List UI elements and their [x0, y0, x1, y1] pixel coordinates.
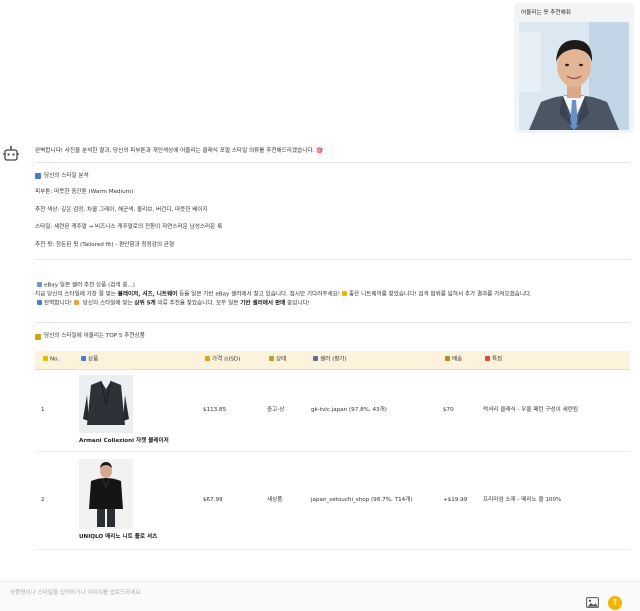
user-message-text: 어울리는 옷 추천해줘 — [521, 10, 571, 16]
divider — [35, 161, 630, 163]
person-photo-illustration — [519, 21, 629, 130]
table-row[interactable]: 1 Armani Collezioni 자켓 블레이저 $113.85 중고-상… — [35, 369, 630, 452]
divider — [35, 259, 630, 261]
product-thumbnail[interactable] — [79, 459, 133, 530]
bot-answer: 완벽합니다! 사진을 분석한 결과, 당신의 피부톤과 개인색상에 어울리는 클… — [35, 148, 630, 550]
blazer-image — [79, 375, 133, 434]
search-progress-line: 지금 당신의 스타일에 가장 잘 맞는 블레이저, 셔츠, 니트웨어 등을 일본… — [35, 291, 532, 298]
col-header-no: No. — [35, 350, 73, 370]
analysis-item-fit: 추천 핏: 정돈된 핏 (Tailored fit) - 편안함과 청정감의 균… — [35, 241, 175, 248]
cell-shipping: +$19.99 — [437, 451, 477, 550]
divider — [35, 322, 630, 324]
cell-feature: 럭셔리 클래식 - 우울 패턴 구성이 세련됨 — [477, 369, 630, 452]
analysis-title-text: 당신의 스타일 분석 — [44, 172, 89, 179]
product-name[interactable]: UNIQLO 메리노 니트 폴로 셔츠 — [79, 534, 191, 542]
answer-intro: 완벽합니다! 사진을 분석한 결과, 당신의 피부톤과 개인색상에 어울리는 클… — [35, 148, 324, 154]
tag-icon — [43, 355, 48, 361]
truck-icon — [445, 355, 450, 361]
analysis-section-title: 당신의 스타일 분석 — [35, 173, 630, 181]
user-message-bubble: 어울리는 옷 추천해줘 — [514, 3, 634, 133]
cell-condition: 중고-상 — [261, 369, 305, 452]
cell-seller: gk-tvic.japan (97.8%, 43개) — [305, 369, 437, 452]
sparkle-icon — [342, 291, 348, 297]
cell-product: Armani Collezioni 자켓 블레이저 — [73, 369, 197, 452]
box-icon — [81, 355, 86, 361]
product-name[interactable]: Armani Collezioni 자켓 블레이저 — [79, 438, 191, 446]
cell-no: 2 — [35, 451, 73, 550]
cell-condition: 새상품 — [261, 451, 305, 550]
cell-price: $67.99 — [197, 451, 261, 550]
pin-icon — [485, 355, 490, 361]
person-icon — [313, 355, 318, 361]
uploaded-photo[interactable] — [519, 21, 629, 130]
party-icon — [73, 300, 79, 306]
col-header-seller: 셀러 (평가) — [305, 350, 437, 370]
shopping-icon — [37, 282, 42, 288]
cell-product: UNIQLO 메리노 니트 폴로 셔츠 — [73, 451, 197, 550]
send-arrow-icon: ↑ — [611, 598, 619, 608]
table-header-row: No. 상품 가격 (USD) 상태 셀러 (평가) 배송 특징 — [35, 350, 630, 370]
search-done-line: 완벽합니다! 당신의 스타일에 맞는 상위 5개 의류 추천을 찾았습니다. 모… — [35, 300, 630, 308]
cell-seller: japan_setouchi_shop (98.7%, 714개) — [305, 451, 437, 550]
col-header-price: 가격 (USD) — [197, 350, 261, 370]
cell-no: 1 — [35, 369, 73, 452]
product-thumbnail[interactable] — [79, 375, 133, 434]
recommendation-table: No. 상품 가격 (USD) 상태 셀러 (평가) 배송 특징 1 Arman… — [35, 350, 630, 550]
check-icon — [37, 300, 42, 306]
top5-title-text: 당신의 스타일에 어울리는 TOP 5 추천상품 — [44, 333, 145, 340]
col-header-condition: 상태 — [261, 350, 305, 370]
analysis-item-colors: 추천 색상: 깊은 검정, 차콜 그레이, 해군색, 올리브, 버건디, 따뜻한… — [35, 206, 208, 213]
col-header-shipping: 배송 — [437, 350, 477, 370]
chat-input-bar: 상품명이나 스타일을 입력하거나 이미지를 업로드하세요. ↑ — [0, 581, 640, 611]
send-button[interactable]: ↑ — [608, 596, 622, 610]
cell-price: $113.85 — [197, 369, 261, 452]
table-row[interactable]: 2 UNIQLO 메리노 니트 폴로 셔츠 $67.99 새상품 japan_s… — [35, 451, 630, 550]
top5-section-title: 당신의 스타일에 어울리는 TOP 5 추천상품 — [35, 333, 630, 341]
badge-icon — [269, 355, 274, 361]
cell-feature: 프리미엄 소재 - 메리노 울 100% — [477, 451, 630, 550]
knit-polo-image — [79, 459, 133, 530]
chat-input[interactable]: 상품명이나 스타일을 입력하거나 이미지를 업로드하세요. — [10, 590, 142, 598]
cell-shipping: $70 — [437, 369, 477, 452]
bot-icon — [3, 146, 19, 161]
analysis-item-skin-tone: 피부톤: 따뜻한 중간톤 (Warm Medium) — [35, 189, 134, 196]
col-header-feature: 특징 — [477, 350, 630, 370]
analysis-item-style: 스타일: 세련된 캐주얼 → 비즈니스 캐주얼로의 전환이 자연스러운 남성스러… — [35, 224, 223, 231]
clipboard-icon — [35, 173, 41, 180]
image-upload-icon[interactable] — [586, 597, 599, 608]
hourglass-icon — [35, 334, 41, 341]
search-status-block: eBay 일본 셀러 추천 상품 (검색 중...) 지금 당신의 스타일에 가… — [35, 282, 630, 308]
money-icon — [205, 355, 210, 361]
col-header-product: 상품 — [73, 350, 197, 370]
search-status-line: eBay 일본 셀러 추천 상품 (검색 중...) — [35, 282, 630, 290]
